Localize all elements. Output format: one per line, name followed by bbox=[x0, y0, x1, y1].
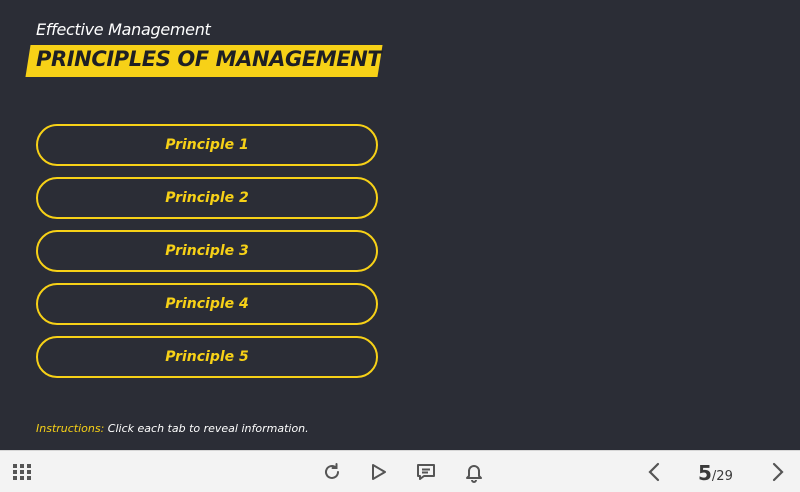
next-icon[interactable] bbox=[766, 460, 790, 484]
instructions: Instructions: Click each tab to reveal i… bbox=[36, 422, 309, 435]
tab-principle-1[interactable]: Principle 1 bbox=[36, 124, 378, 166]
instructions-text: Click each tab to reveal information. bbox=[104, 422, 309, 435]
previous-icon[interactable] bbox=[642, 460, 666, 484]
total-pages: /29 bbox=[711, 469, 733, 484]
tab-principle-3[interactable]: Principle 3 bbox=[36, 230, 378, 272]
slide-subtitle: Effective Management bbox=[36, 20, 211, 39]
bell-icon[interactable] bbox=[462, 460, 486, 484]
play-icon[interactable] bbox=[366, 460, 390, 484]
current-page: 5 bbox=[698, 461, 712, 485]
page-indicator: 5/29 bbox=[698, 461, 733, 485]
slide: Effective Management PRINCIPLES OF MANAG… bbox=[0, 0, 800, 450]
tab-principle-4[interactable]: Principle 4 bbox=[36, 283, 378, 325]
tab-principle-2[interactable]: Principle 2 bbox=[36, 177, 378, 219]
tab-principle-5[interactable]: Principle 5 bbox=[36, 336, 378, 378]
player-toolbar: 5/29 bbox=[0, 450, 800, 492]
instructions-label: Instructions: bbox=[36, 422, 105, 435]
slide-title: PRINCIPLES OF MANAGEMENT bbox=[36, 47, 382, 71]
replay-icon[interactable] bbox=[320, 460, 344, 484]
principle-tabs: Principle 1 Principle 2 Principle 3 Prin… bbox=[36, 124, 378, 378]
comment-icon[interactable] bbox=[414, 460, 438, 484]
grid-menu-icon[interactable] bbox=[10, 460, 34, 484]
